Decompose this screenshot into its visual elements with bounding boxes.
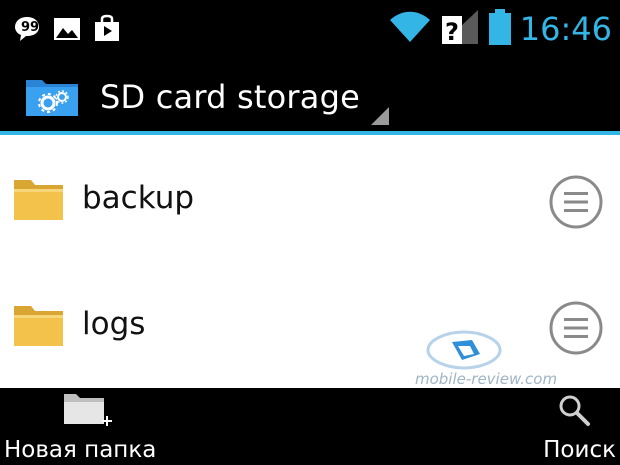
- shopping-bag-icon: [92, 14, 122, 48]
- action-bar-divider: [0, 131, 620, 135]
- new-folder-label: Новая папка: [4, 437, 157, 463]
- search-button[interactable]: Поиск: [510, 388, 620, 465]
- signal-unknown-icon: ?: [440, 8, 480, 50]
- new-folder-icon: [62, 390, 114, 436]
- file-name: logs: [82, 306, 146, 342]
- watermark-text: mobile-review.com: [415, 370, 558, 388]
- notification-icons: 99: [12, 14, 122, 48]
- search-label: Поиск: [543, 437, 616, 463]
- storage-title[interactable]: SD card storage: [100, 78, 360, 116]
- folder-icon: [13, 302, 65, 352]
- new-folder-button[interactable]: Новая папка: [0, 388, 180, 465]
- list-item-backup[interactable]: backup: [0, 136, 620, 262]
- item-menu-icon[interactable]: [548, 174, 604, 234]
- clock: 16:46: [519, 10, 612, 48]
- chat-icon: 99: [12, 14, 42, 48]
- svg-text:99: 99: [21, 20, 39, 35]
- bottom-action-bar: Новая папка Поиск: [0, 388, 620, 465]
- watermark-logo: [414, 328, 514, 376]
- system-icons: ? 16:46: [388, 8, 612, 50]
- wifi-icon: [388, 10, 432, 48]
- search-icon: [556, 392, 592, 432]
- folder-icon: [13, 176, 65, 226]
- spinner-arrow-icon[interactable]: [371, 107, 389, 129]
- picture-icon: [52, 14, 82, 48]
- folder-settings-icon[interactable]: [24, 76, 80, 122]
- status-bar: 99 ? 16:46: [0, 0, 620, 58]
- action-bar: SD card storage: [0, 58, 620, 135]
- battery-icon: [488, 8, 512, 50]
- file-list: backup logs: [0, 136, 620, 388]
- item-menu-icon[interactable]: [548, 300, 604, 360]
- file-name: backup: [82, 180, 195, 216]
- svg-text:?: ?: [445, 18, 459, 46]
